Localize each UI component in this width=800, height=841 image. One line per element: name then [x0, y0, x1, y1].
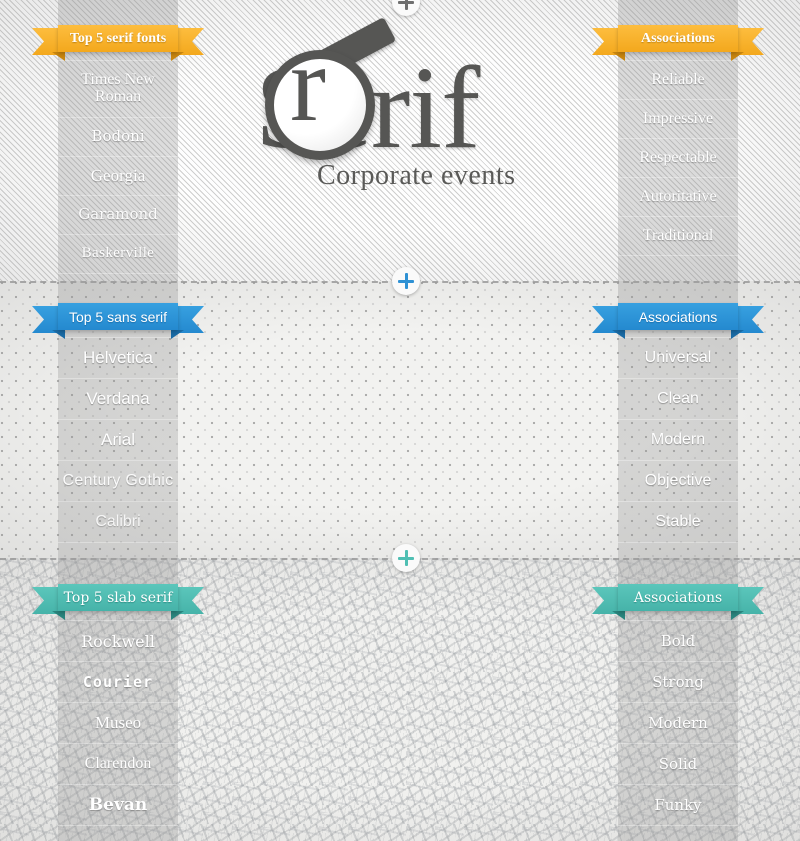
ribbon-label: Associations [618, 303, 738, 330]
plus-icon [392, 267, 420, 295]
list-item: Bevan [58, 784, 178, 825]
ribbon-sans-associations: Associations [592, 303, 738, 339]
slab-font-list: Rockwell Courier Museo Clarendon Bevan [58, 620, 178, 826]
list-item: Autoritative [618, 177, 738, 216]
list-item: Verdana [58, 378, 178, 419]
ribbon-serif-associations: Associations [592, 25, 738, 61]
serif-letterform-glyph: r [290, 59, 326, 144]
list-item: Garamond [58, 195, 178, 234]
list-item: Museo [58, 702, 178, 743]
list-item: Modern [618, 702, 738, 743]
section-sans-serif: Helvetica Verdana Arial Century Gothic C… [0, 281, 800, 558]
list-item: Baskerville [58, 234, 178, 273]
list-item: Reliable [651, 71, 705, 88]
list-item: Rockwell [81, 631, 155, 651]
list-item: Georgia [58, 156, 178, 195]
list-item: Clarendon [58, 743, 178, 784]
slab-association-list: Bold Strong Modern Solid Funky [618, 620, 738, 826]
list-item: Universal [644, 349, 712, 366]
magnifier-lens: r [265, 50, 375, 160]
ribbon-top-5-serif-fonts: Top 5 serif fonts [32, 25, 178, 61]
list-item: Solid [618, 743, 738, 784]
ribbon-top-5-slab-serif: Top 5 slab serif [32, 584, 178, 620]
list-item: Objective [618, 460, 738, 501]
list-item: Traditional [618, 216, 738, 255]
ribbon-label: Top 5 slab serif [58, 584, 178, 611]
section-serif: Times New Roman Bodoni Georgia Garamond … [0, 0, 800, 281]
plus-icon [392, 544, 420, 572]
list-item: Calibri [58, 501, 178, 542]
ribbon-label: Top 5 sans serif [58, 303, 178, 330]
list-item: Strong [618, 661, 738, 702]
serif-logo-subtitle: Corporate events [317, 160, 516, 192]
list-item: Impressive [618, 99, 738, 138]
list-item: Century Gothic [58, 460, 178, 501]
ribbon-slab-associations: Associations [592, 584, 738, 620]
infographic-page: Times New Roman Bodoni Georgia Garamond … [0, 0, 800, 841]
list-item: Helvetica [83, 348, 153, 367]
list-item: Respectable [618, 138, 738, 177]
list-item: Bold [660, 632, 696, 650]
list-item: Arial [58, 419, 178, 460]
list-item: Funky [618, 784, 738, 825]
magnifier-lens-content: r [274, 59, 366, 151]
section-slab-serif: Rockwell Courier Museo Clarendon Bevan B… [0, 558, 800, 841]
serif-association-list: Reliable Impressive Respectable Autorita… [618, 60, 738, 256]
list-item: Clean [618, 378, 738, 419]
list-item: Courier [58, 661, 178, 702]
list-item: Modern [618, 419, 738, 460]
serif-font-list: Times New Roman Bodoni Georgia Garamond … [58, 60, 178, 274]
ribbon-label: Associations [618, 584, 738, 611]
ribbon-label: Associations [618, 25, 738, 52]
ribbon-top-5-sans-serif: Top 5 sans serif [32, 303, 178, 339]
sans-association-list: Universal Clean Modern Objective Stable [618, 337, 738, 543]
list-item: Times New Roman [81, 71, 155, 105]
ribbon-label: Top 5 serif fonts [58, 25, 178, 52]
list-item: Stable [618, 501, 738, 542]
list-item: Bodoni [58, 117, 178, 156]
sans-font-list: Helvetica Verdana Arial Century Gothic C… [58, 337, 178, 543]
